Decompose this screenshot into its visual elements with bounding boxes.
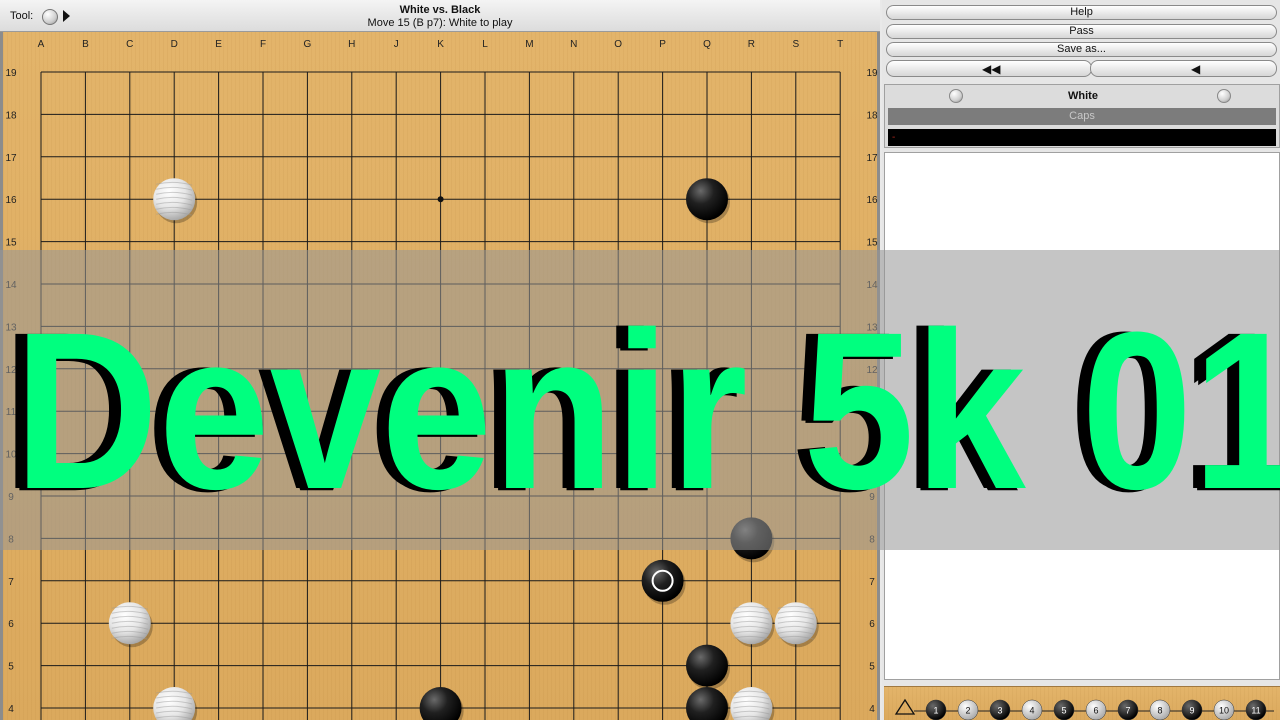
star-point bbox=[437, 196, 444, 203]
svg-text:10: 10 bbox=[1219, 706, 1229, 716]
rewind-button[interactable]: ◀◀ bbox=[886, 60, 1092, 77]
row-label: 4 bbox=[869, 704, 875, 715]
row-label: 6 bbox=[869, 619, 875, 630]
pass-button[interactable]: Pass bbox=[886, 24, 1277, 39]
column-label: G bbox=[304, 39, 312, 50]
move-tree-nodes[interactable]: 1 2 3 4 5 6 7 8 9 10 11 bbox=[884, 687, 1280, 720]
back-icon: ◀ bbox=[1191, 62, 1201, 76]
column-label: J bbox=[394, 39, 399, 50]
row-label: 17 bbox=[866, 153, 878, 164]
white-stone bbox=[153, 687, 198, 720]
column-label: L bbox=[482, 39, 488, 50]
player-panel: White Caps - bbox=[884, 84, 1280, 148]
white-stone bbox=[730, 602, 775, 648]
white-stone bbox=[730, 687, 775, 720]
svg-text:3: 3 bbox=[997, 706, 1002, 716]
row-label: 19 bbox=[866, 68, 878, 79]
svg-text:8: 8 bbox=[1157, 706, 1162, 716]
navigation-bar: ◀◀ ◀ bbox=[886, 60, 1277, 77]
root-triangle-icon[interactable] bbox=[894, 698, 916, 715]
move-tree-node[interactable]: 5 bbox=[1053, 699, 1075, 720]
row-label: 5 bbox=[8, 662, 14, 673]
move-tree-node[interactable]: 2 bbox=[957, 699, 979, 720]
column-label: O bbox=[614, 39, 622, 50]
column-label: P bbox=[659, 39, 666, 50]
white-stone bbox=[108, 602, 153, 648]
black-stone bbox=[641, 559, 686, 605]
column-label: Q bbox=[703, 39, 711, 50]
column-label: T bbox=[837, 39, 843, 50]
move-tree-node[interactable]: 9 bbox=[1181, 699, 1203, 720]
row-label: 6 bbox=[8, 619, 14, 630]
rewind-icon: ◀◀ bbox=[982, 62, 1001, 76]
column-label: D bbox=[171, 39, 178, 50]
svg-text:9: 9 bbox=[1189, 706, 1194, 716]
svg-text:1: 1 bbox=[933, 706, 938, 716]
column-label: F bbox=[260, 39, 266, 50]
move-tree-node[interactable]: 6 bbox=[1085, 699, 1107, 720]
column-label: M bbox=[525, 39, 533, 50]
row-label: 7 bbox=[869, 577, 875, 588]
move-tree-node[interactable]: 4 bbox=[1021, 699, 1043, 720]
svg-text:6: 6 bbox=[1093, 706, 1098, 716]
column-labels: ABCDEFGHJKLMNOPQRST bbox=[38, 39, 844, 50]
move-tree-node[interactable]: 8 bbox=[1149, 699, 1171, 720]
column-label: A bbox=[38, 39, 45, 50]
row-label: 17 bbox=[5, 153, 17, 164]
move-tree-node[interactable]: 3 bbox=[989, 699, 1011, 720]
black-stone bbox=[686, 178, 730, 224]
column-label: H bbox=[348, 39, 355, 50]
column-label: S bbox=[792, 39, 799, 50]
column-label: C bbox=[126, 39, 133, 50]
column-label: B bbox=[82, 39, 89, 50]
row-label: 15 bbox=[866, 238, 878, 249]
row-label: 16 bbox=[5, 195, 17, 206]
row-label: 15 bbox=[5, 238, 17, 249]
move-tree-node[interactable]: 1 bbox=[925, 699, 947, 720]
svg-text:2: 2 bbox=[965, 706, 970, 716]
row-label: 16 bbox=[866, 195, 878, 206]
move-tree-node[interactable]: 10 bbox=[1213, 699, 1235, 720]
row-label: 18 bbox=[866, 110, 878, 121]
svg-text:11: 11 bbox=[1251, 706, 1260, 716]
help-button[interactable]: Help bbox=[886, 5, 1277, 20]
row-label: 18 bbox=[5, 110, 17, 121]
go-client-window: Tool: White vs. Black Move 15 (B p7): Wh… bbox=[0, 0, 1280, 720]
row-label: 19 bbox=[5, 68, 17, 79]
save-as-button[interactable]: Save as... bbox=[886, 42, 1277, 57]
white-stone bbox=[774, 602, 819, 648]
move-tree-node[interactable]: 11 bbox=[1245, 699, 1267, 720]
row-label: 7 bbox=[8, 577, 14, 588]
black-stone bbox=[686, 687, 730, 720]
black-stone bbox=[419, 687, 464, 720]
svg-text:4: 4 bbox=[1029, 706, 1034, 716]
column-label: K bbox=[437, 39, 444, 50]
row-label: 4 bbox=[8, 704, 14, 715]
column-label: E bbox=[215, 39, 222, 50]
white-stone bbox=[153, 178, 198, 224]
svg-text:5: 5 bbox=[1061, 706, 1066, 716]
svg-text:7: 7 bbox=[1125, 706, 1130, 716]
move-tree[interactable]: 1 2 3 4 5 6 7 8 9 10 11 bbox=[884, 686, 1280, 720]
column-label: R bbox=[748, 39, 755, 50]
back-button[interactable]: ◀ bbox=[1090, 60, 1277, 77]
row-label: 5 bbox=[869, 662, 875, 673]
move-tree-node[interactable]: 7 bbox=[1117, 699, 1139, 720]
message-bar: - bbox=[888, 129, 1276, 146]
captures-bar: Caps bbox=[888, 108, 1276, 125]
column-label: N bbox=[570, 39, 577, 50]
title-overlay-text: Devenir 5k 01 bbox=[14, 286, 1280, 537]
white-stone-icon bbox=[1217, 89, 1231, 103]
black-stone bbox=[686, 644, 730, 690]
